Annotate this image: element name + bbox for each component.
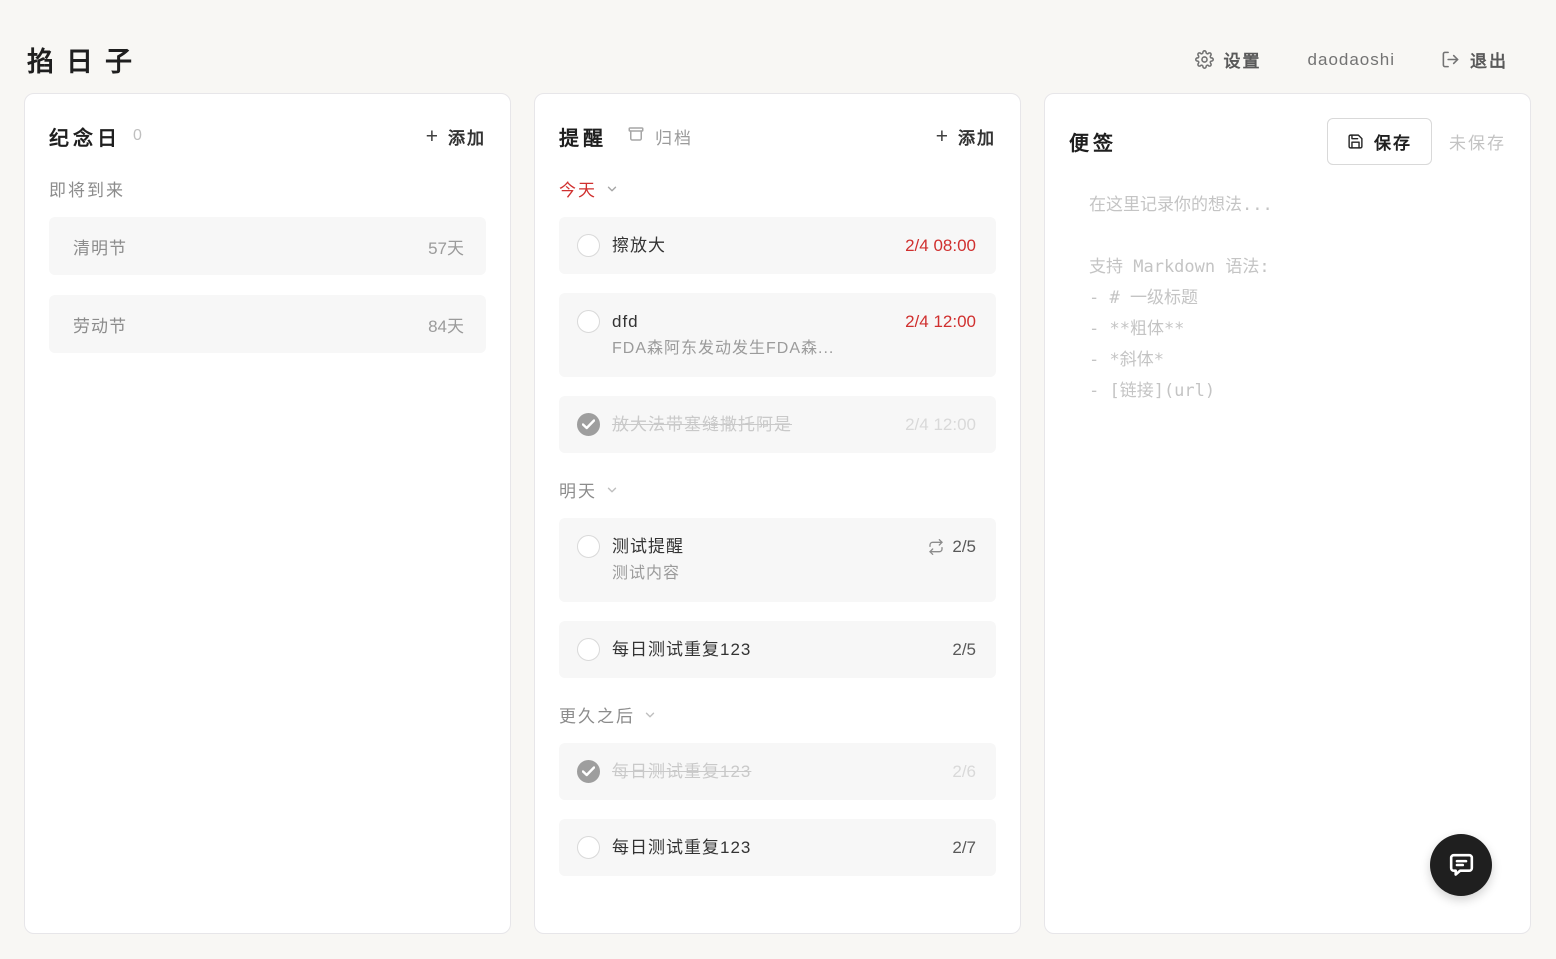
group-label: 更久之后: [559, 702, 635, 727]
reminder-subtitle: FDA森阿东发动发生FDA森...: [612, 337, 905, 361]
group-later-toggle[interactable]: 更久之后: [559, 702, 996, 727]
top-bar: 掐日子 设置 daodaoshi 退出: [0, 0, 1556, 93]
reminder-time: 2/4 12:00: [905, 412, 976, 437]
checkbox-checked-icon[interactable]: [577, 760, 600, 783]
reminder-time: 2/4 08:00: [905, 233, 976, 258]
group-label: 今天: [559, 176, 597, 201]
reminder-time: 2/5: [928, 534, 976, 559]
add-reminder-button[interactable]: + 添加: [936, 124, 996, 149]
archive-button[interactable]: 归档: [627, 124, 693, 149]
settings-label: 设置: [1224, 47, 1262, 72]
chevron-down-icon: [605, 483, 619, 497]
reminder-item[interactable]: 擦放大 2/4 08:00: [559, 217, 996, 274]
save-label: 保存: [1374, 129, 1412, 154]
reminder-item[interactable]: 测试提醒 测试内容 2/5: [559, 518, 996, 602]
add-anniversary-label: 添加: [448, 124, 486, 149]
note-textarea[interactable]: [1069, 176, 1506, 892]
anniversaries-header: 纪念日 0 + 添加: [49, 118, 486, 154]
anniversaries-count: 0: [133, 127, 142, 145]
notes-title: 便签: [1069, 127, 1117, 156]
settings-button[interactable]: 设置: [1195, 47, 1262, 72]
reminder-time: 2/7: [952, 835, 976, 860]
reminder-title: 放大法带塞缝撒托阿是: [612, 412, 905, 437]
checkbox-unchecked-icon[interactable]: [577, 535, 600, 558]
top-nav: 设置 daodaoshi 退出: [1195, 47, 1508, 72]
app-title: 掐日子: [27, 40, 144, 79]
reminders-header: 提醒 归档 + 添加: [559, 118, 996, 154]
checkbox-checked-icon[interactable]: [577, 413, 600, 436]
reminder-subtitle: 测试内容: [612, 562, 928, 586]
reminder-item-completed[interactable]: 每日测试重复123 2/6: [559, 743, 996, 800]
anniversaries-title: 纪念日: [49, 122, 121, 151]
chat-bubble-icon: [1446, 850, 1477, 881]
reminder-title: 擦放大: [612, 233, 905, 258]
username: daodaoshi: [1308, 50, 1395, 70]
reminder-time: 2/6: [952, 759, 976, 784]
archive-label: 归档: [655, 124, 693, 149]
checkbox-unchecked-icon[interactable]: [577, 310, 600, 333]
logout-icon: [1441, 50, 1460, 69]
reminder-time: 2/5: [952, 637, 976, 662]
reminders-title: 提醒: [559, 122, 607, 151]
main-columns: 纪念日 0 + 添加 即将到来 清明节 57天 劳动节 84天 提醒 归档: [0, 93, 1556, 934]
gear-icon: [1195, 50, 1214, 69]
reminder-title: 每日测试重复123: [612, 835, 952, 860]
reminder-title: dfd: [612, 309, 905, 334]
chat-fab-button[interactable]: [1430, 834, 1492, 896]
plus-icon: +: [426, 126, 438, 147]
anniversary-days: 57天: [428, 234, 464, 259]
save-button[interactable]: 保存: [1327, 118, 1432, 165]
anniversaries-card: 纪念日 0 + 添加 即将到来 清明节 57天 劳动节 84天: [24, 93, 511, 934]
reminder-item[interactable]: dfd FDA森阿东发动发生FDA森... 2/4 12:00: [559, 293, 996, 377]
reminder-title: 每日测试重复123: [612, 759, 952, 784]
upcoming-section-label: 即将到来: [49, 176, 486, 201]
checkbox-unchecked-icon[interactable]: [577, 836, 600, 859]
logout-label: 退出: [1470, 47, 1508, 72]
reminder-title: 测试提醒: [612, 534, 928, 559]
group-tomorrow-toggle[interactable]: 明天: [559, 477, 996, 502]
group-today-toggle[interactable]: 今天: [559, 176, 996, 201]
notes-card: 便签 保存 未保存: [1044, 93, 1531, 934]
anniversary-item[interactable]: 劳动节 84天: [49, 295, 486, 353]
chevron-down-icon: [605, 182, 619, 196]
add-anniversary-button[interactable]: + 添加: [426, 124, 486, 149]
checkbox-unchecked-icon[interactable]: [577, 638, 600, 661]
checkbox-unchecked-icon[interactable]: [577, 234, 600, 257]
save-status: 未保存: [1449, 129, 1506, 154]
reminder-item-completed[interactable]: 放大法带塞缝撒托阿是 2/4 12:00: [559, 396, 996, 453]
logout-button[interactable]: 退出: [1441, 47, 1508, 72]
reminder-item[interactable]: 每日测试重复123 2/5: [559, 621, 996, 678]
repeat-icon: [928, 539, 944, 555]
reminders-card: 提醒 归档 + 添加 今天 擦放大 2/4: [534, 93, 1021, 934]
chevron-down-icon: [643, 708, 657, 722]
anniversary-days: 84天: [428, 312, 464, 337]
reminder-time: 2/4 12:00: [905, 309, 976, 334]
add-reminder-label: 添加: [958, 124, 996, 149]
anniversary-item[interactable]: 清明节 57天: [49, 217, 486, 275]
reminder-title: 每日测试重复123: [612, 637, 952, 662]
reminder-time-text: 2/5: [952, 534, 976, 559]
group-label: 明天: [559, 477, 597, 502]
save-icon: [1347, 133, 1364, 150]
anniversary-name: 劳动节: [73, 312, 127, 337]
archive-icon: [627, 125, 645, 148]
plus-icon: +: [936, 126, 948, 147]
anniversary-name: 清明节: [73, 234, 127, 259]
notes-header: 便签 保存 未保存: [1069, 118, 1506, 164]
reminder-item[interactable]: 每日测试重复123 2/7: [559, 819, 996, 876]
